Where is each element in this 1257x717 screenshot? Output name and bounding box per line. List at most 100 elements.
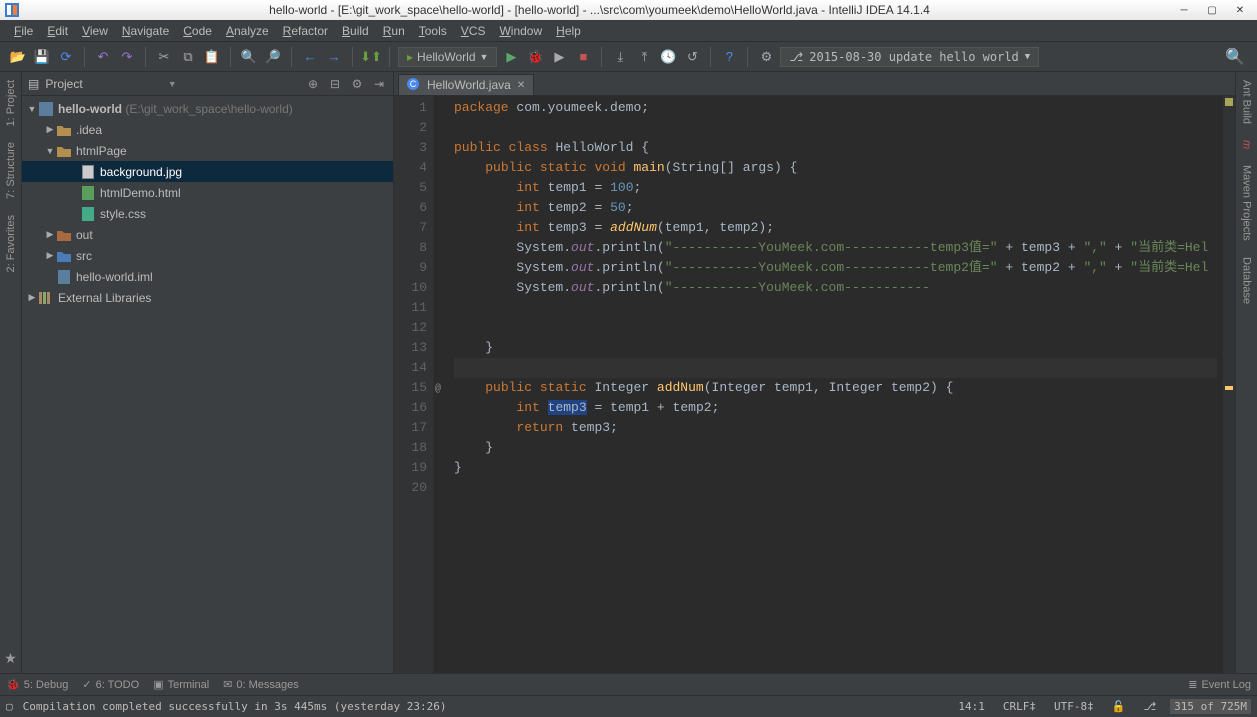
tree-file-background[interactable]: ▶ background.jpg <box>22 161 393 182</box>
project-sidebar: ▤ Project ▼ ⊕ ⊟ ⚙ ⇥ ▼ hello-world (E:\gi… <box>22 72 394 673</box>
log-icon: ≣ <box>1188 678 1197 691</box>
replace-button[interactable]: 🔎 <box>263 47 283 67</box>
tree-idea-folder[interactable]: ▶ .idea <box>22 119 393 140</box>
editor-tab-helloworld[interactable]: C HelloWorld.java ✕ <box>398 74 534 95</box>
tree-external-libs[interactable]: ▶ External Libraries <box>22 287 393 308</box>
chevron-down-icon[interactable]: ▼ <box>168 79 177 89</box>
menu-window[interactable]: Window <box>493 22 548 40</box>
menu-analyze[interactable]: Analyze <box>220 22 275 40</box>
window-maximize-button[interactable]: ▢ <box>1199 1 1225 19</box>
editor-gutter[interactable]: 123456789101112131415@1617181920 <box>394 96 434 673</box>
back-button[interactable]: ← <box>300 47 320 67</box>
forward-button[interactable]: → <box>324 47 344 67</box>
close-tab-icon[interactable]: ✕ <box>517 80 525 91</box>
image-file-icon <box>80 164 96 180</box>
help-button[interactable]: ? <box>719 47 739 67</box>
menu-refactor[interactable]: Refactor <box>277 22 334 40</box>
menu-file[interactable]: File <box>8 22 39 40</box>
hide-button[interactable]: ⇥ <box>371 76 387 92</box>
vcs-commit-button[interactable]: ⤒ <box>634 47 654 67</box>
vcs-history-button[interactable]: 🕓 <box>658 47 678 67</box>
tool-tab-messages[interactable]: ✉0: Messages <box>223 678 299 691</box>
tree-htmlpage-folder[interactable]: ▼ htmlPage <box>22 140 393 161</box>
run-config-label: HelloWorld <box>417 50 475 64</box>
tree-file-stylecss[interactable]: ▶ style.css <box>22 203 393 224</box>
search-everywhere-button[interactable]: 🔍 <box>1225 47 1245 67</box>
folder-icon <box>56 122 72 138</box>
redo-button[interactable]: ↷ <box>117 47 137 67</box>
menu-view[interactable]: View <box>76 22 114 40</box>
window-minimize-button[interactable]: ─ <box>1171 1 1197 19</box>
paste-button[interactable]: 📋 <box>202 47 222 67</box>
run-button[interactable]: ▶ <box>501 47 521 67</box>
scroll-to-source-button[interactable]: ⊕ <box>305 76 321 92</box>
copy-button[interactable]: ⧉ <box>178 47 198 67</box>
menu-code[interactable]: Code <box>177 22 218 40</box>
tree-iml-file[interactable]: ▶ hello-world.iml <box>22 266 393 287</box>
settings-button[interactable]: ⚙ <box>756 47 776 67</box>
window-close-button[interactable]: ✕ <box>1227 1 1253 19</box>
run-config-selector[interactable]: ▸ HelloWorld ▼ <box>398 47 497 67</box>
module-icon <box>38 101 54 117</box>
menu-edit[interactable]: Edit <box>41 22 74 40</box>
vcs-revert-button[interactable]: ↺ <box>682 47 702 67</box>
menu-run[interactable]: Run <box>377 22 411 40</box>
chevron-down-icon: ▼ <box>1025 52 1030 62</box>
cut-button[interactable]: ✂ <box>154 47 174 67</box>
editor-area: C HelloWorld.java ✕ 12345678910111213141… <box>394 72 1235 673</box>
coverage-button[interactable]: ▶ <box>549 47 569 67</box>
open-button[interactable]: 📂 <box>8 47 28 67</box>
status-icon[interactable]: ▢ <box>6 700 13 713</box>
status-memory[interactable]: 315 of 725M <box>1170 699 1251 714</box>
collapse-all-button[interactable]: ⊟ <box>327 76 343 92</box>
star-icon[interactable]: ★ <box>4 644 17 673</box>
folder-icon <box>56 227 72 243</box>
menu-help[interactable]: Help <box>550 22 587 40</box>
debug-button[interactable]: 🐞 <box>525 47 545 67</box>
editor-tab-label: HelloWorld.java <box>427 78 511 92</box>
vcs-branch-selector[interactable]: ⎇ 2015-08-30 update hello world ▼ <box>780 47 1039 67</box>
tool-tab-debug[interactable]: 🐞5: Debug <box>6 678 68 691</box>
tool-tab-ant[interactable]: Ant Build <box>1239 72 1255 132</box>
status-caret[interactable]: 14:1 <box>954 700 989 713</box>
menu-vcs[interactable]: VCS <box>455 22 492 40</box>
tool-tab-structure[interactable]: 7: Structure <box>3 134 19 207</box>
undo-button[interactable]: ↶ <box>93 47 113 67</box>
warning-marker[interactable] <box>1225 386 1233 390</box>
make-button[interactable]: ⬇⬆ <box>361 47 381 67</box>
status-git-icon[interactable]: ⎇ <box>1139 700 1160 713</box>
menu-tools[interactable]: Tools <box>413 22 453 40</box>
project-header-icon: ▤ <box>28 77 39 91</box>
window-title: hello-world - [E:\git_work_space\hello-w… <box>28 3 1171 17</box>
vcs-update-button[interactable]: ⤓ <box>610 47 630 67</box>
tree-src-folder[interactable]: ▶ src <box>22 245 393 266</box>
status-message: Compilation completed successfully in 3s… <box>23 700 945 713</box>
tree-root[interactable]: ▼ hello-world (E:\git_work_space\hello-w… <box>22 98 393 119</box>
save-all-button[interactable]: 💾 <box>32 47 52 67</box>
status-encoding[interactable]: UTF-8‡ <box>1050 700 1098 713</box>
tool-tab-favorites[interactable]: 2: Favorites <box>3 207 19 280</box>
code-editor[interactable]: package com.youmeek.demo;public class He… <box>448 96 1223 673</box>
sync-button[interactable]: ⟳ <box>56 47 76 67</box>
tool-tab-database[interactable]: Database <box>1239 249 1255 312</box>
find-button[interactable]: 🔍 <box>239 47 259 67</box>
html-file-icon <box>80 185 96 201</box>
status-lock-icon[interactable]: 🔓 <box>1108 700 1130 713</box>
tree-file-htmldemo[interactable]: ▶ htmlDemo.html <box>22 182 393 203</box>
tool-tab-terminal[interactable]: ▣Terminal <box>153 678 209 691</box>
right-tool-strip: Ant Build m Maven Projects Database <box>1235 72 1257 673</box>
tool-tab-eventlog[interactable]: ≣Event Log <box>1188 678 1251 691</box>
tree-out-folder[interactable]: ▶ out <box>22 224 393 245</box>
menu-navigate[interactable]: Navigate <box>116 22 175 40</box>
tool-tab-maven[interactable]: m <box>1239 132 1255 157</box>
settings-gear-icon[interactable]: ⚙ <box>349 76 365 92</box>
branch-icon: ⎇ <box>789 50 803 64</box>
marker-strip[interactable] <box>1223 96 1235 673</box>
status-line-separator[interactable]: CRLF‡ <box>999 700 1040 713</box>
tool-tab-maven-label[interactable]: Maven Projects <box>1239 157 1255 249</box>
tool-tab-todo[interactable]: ✓6: TODO <box>82 678 139 691</box>
menu-build[interactable]: Build <box>336 22 375 40</box>
tool-tab-project[interactable]: 1: Project <box>3 72 19 134</box>
chevron-down-icon: ▼ <box>480 52 489 62</box>
stop-button[interactable]: ■ <box>573 47 593 67</box>
